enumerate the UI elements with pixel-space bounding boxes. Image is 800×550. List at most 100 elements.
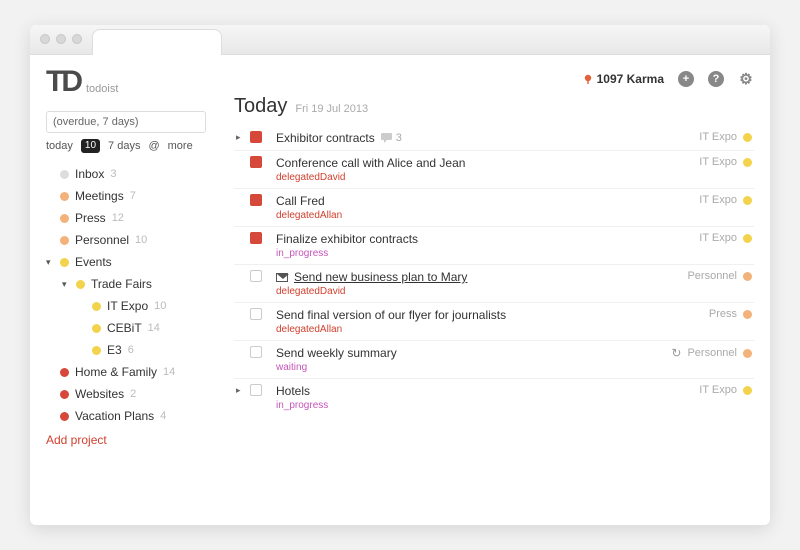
task-row[interactable]: ▸ Send weekly summarywaiting ↻ Personnel — [234, 341, 754, 379]
traffic-dot[interactable] — [40, 34, 50, 44]
task-project-label[interactable]: IT Expo — [699, 156, 737, 168]
task-title: Send weekly summary — [276, 346, 397, 360]
task-row[interactable]: ▸Send final version of our flyer for jou… — [234, 303, 754, 341]
task-row[interactable]: ▸Send new business plan to Marydelegated… — [234, 265, 754, 303]
sidebar-project[interactable]: Personnel 10 — [46, 231, 226, 249]
task-checkbox[interactable] — [250, 232, 262, 244]
task-meta: in_progress — [276, 400, 691, 411]
add-icon[interactable]: + — [678, 71, 694, 87]
sidebar-project[interactable]: CEBiT 14 — [46, 319, 226, 337]
email-icon — [276, 273, 288, 282]
task-left: ▸ — [236, 346, 268, 358]
traffic-dot[interactable] — [72, 34, 82, 44]
task-body: Call FreddelegatedAllan — [276, 194, 691, 221]
expand-chevron-icon[interactable]: ▸ — [236, 385, 244, 396]
sidebar-project[interactable]: Home & Family 14 — [46, 363, 226, 381]
task-row[interactable]: ▸Conference call with Alice and Jeandele… — [234, 151, 754, 189]
task-list: ▸Exhibitor contracts3IT Expo▸Conference … — [234, 126, 754, 416]
task-body: Exhibitor contracts 3 — [276, 131, 691, 145]
project-name: Events — [75, 255, 112, 269]
traffic-dot[interactable] — [56, 34, 66, 44]
filter-input[interactable] — [46, 111, 206, 133]
project-color-dot — [743, 310, 752, 319]
task-row[interactable]: ▸ Exhibitor contracts 3 IT Expo — [234, 126, 754, 151]
comment-indicator[interactable]: 3 — [381, 132, 402, 144]
task-body: Finalize exhibitor contractsin_progress — [276, 232, 691, 259]
recurring-icon: ↻ — [671, 346, 681, 360]
project-name: Inbox — [75, 167, 104, 181]
project-count: 6 — [128, 344, 134, 356]
task-row[interactable]: ▸ Hotels in_progress IT Expo — [234, 379, 754, 416]
sidebar-project[interactable]: Websites 2 — [46, 385, 226, 403]
project-count: 14 — [163, 366, 175, 378]
tab-today[interactable]: today — [46, 140, 73, 152]
sidebar-project[interactable]: ▾Trade Fairs — [46, 275, 226, 293]
task-left: ▸ — [236, 384, 268, 396]
task-title: Hotels — [276, 384, 310, 398]
sidebar-project[interactable]: E3 6 — [46, 341, 226, 359]
project-color-dot — [60, 412, 69, 421]
task-body: Hotels in_progress — [276, 384, 691, 411]
task-title: Conference call with Alice and Jean — [276, 156, 465, 170]
project-color-dot — [60, 214, 69, 223]
project-count: 10 — [154, 300, 166, 312]
task-checkbox[interactable] — [250, 384, 262, 396]
task-title: Exhibitor contracts — [276, 131, 375, 145]
task-right: IT Expo — [699, 131, 752, 143]
project-color-dot — [76, 280, 85, 289]
task-title: Call Fred — [276, 194, 325, 208]
view-date: Fri 19 Jul 2013 — [295, 103, 368, 115]
tab-7days[interactable]: 7 days — [108, 140, 140, 152]
tab-at[interactable]: @ — [148, 140, 159, 152]
expand-chevron-icon[interactable]: ▸ — [236, 132, 244, 143]
sidebar-project[interactable]: Vacation Plans 4 — [46, 407, 226, 425]
project-color-dot — [60, 258, 69, 267]
task-row[interactable]: ▸Call FreddelegatedAllanIT Expo — [234, 189, 754, 227]
task-project-label[interactable]: IT Expo — [699, 384, 737, 396]
task-project-label[interactable]: Press — [709, 308, 737, 320]
project-color-dot — [60, 368, 69, 377]
add-project-link[interactable]: Add project — [46, 433, 226, 447]
task-left: ▸ — [236, 308, 268, 320]
task-project-label[interactable]: Personnel — [687, 347, 737, 359]
task-right: ↻ Personnel — [671, 346, 752, 360]
task-project-label[interactable]: IT Expo — [699, 232, 737, 244]
task-checkbox[interactable] — [250, 194, 262, 206]
browser-tab[interactable] — [92, 29, 222, 55]
filter-tabs: today 10 7 days @ more — [46, 139, 226, 153]
browser-window: TD todoist today 10 7 days @ more Inbox … — [30, 25, 770, 525]
project-name: Vacation Plans — [75, 409, 154, 423]
project-name: Home & Family — [75, 365, 157, 379]
task-title: Send new business plan to Mary — [294, 270, 467, 284]
task-project-label[interactable]: IT Expo — [699, 131, 737, 143]
task-project-label[interactable]: IT Expo — [699, 194, 737, 206]
gear-icon[interactable]: ⚙ — [738, 71, 754, 87]
sidebar-project[interactable]: Inbox 3 — [46, 165, 226, 183]
sidebar-project[interactable]: Press 12 — [46, 209, 226, 227]
sidebar: TD todoist today 10 7 days @ more Inbox … — [46, 65, 226, 517]
project-color-dot — [60, 192, 69, 201]
task-project-label[interactable]: Personnel — [687, 270, 737, 282]
task-checkbox[interactable] — [250, 270, 262, 282]
project-color-dot — [743, 196, 752, 205]
caret-icon: ▾ — [46, 257, 54, 268]
sidebar-project[interactable]: IT Expo 10 — [46, 297, 226, 315]
tab-more[interactable]: more — [168, 140, 193, 152]
task-checkbox[interactable] — [250, 156, 262, 168]
task-checkbox[interactable] — [250, 131, 262, 143]
task-left: ▸ — [236, 270, 268, 282]
window-controls[interactable] — [40, 34, 82, 44]
task-row[interactable]: ▸Finalize exhibitor contractsin_progress… — [234, 227, 754, 265]
task-body: Send weekly summarywaiting — [276, 346, 663, 373]
main-panel: 1097 Karma + ? ⚙ Today Fri 19 Jul 2013 ▸… — [226, 65, 754, 517]
karma-indicator[interactable]: 1097 Karma — [583, 72, 664, 86]
task-checkbox[interactable] — [250, 346, 262, 358]
project-color-dot — [92, 324, 101, 333]
sidebar-project[interactable]: Meetings 7 — [46, 187, 226, 205]
help-icon[interactable]: ? — [708, 71, 724, 87]
sidebar-project[interactable]: ▾ Events — [46, 253, 226, 271]
task-left: ▸ — [236, 131, 268, 143]
project-count: 3 — [110, 168, 116, 180]
project-color-dot — [92, 302, 101, 311]
task-checkbox[interactable] — [250, 308, 262, 320]
